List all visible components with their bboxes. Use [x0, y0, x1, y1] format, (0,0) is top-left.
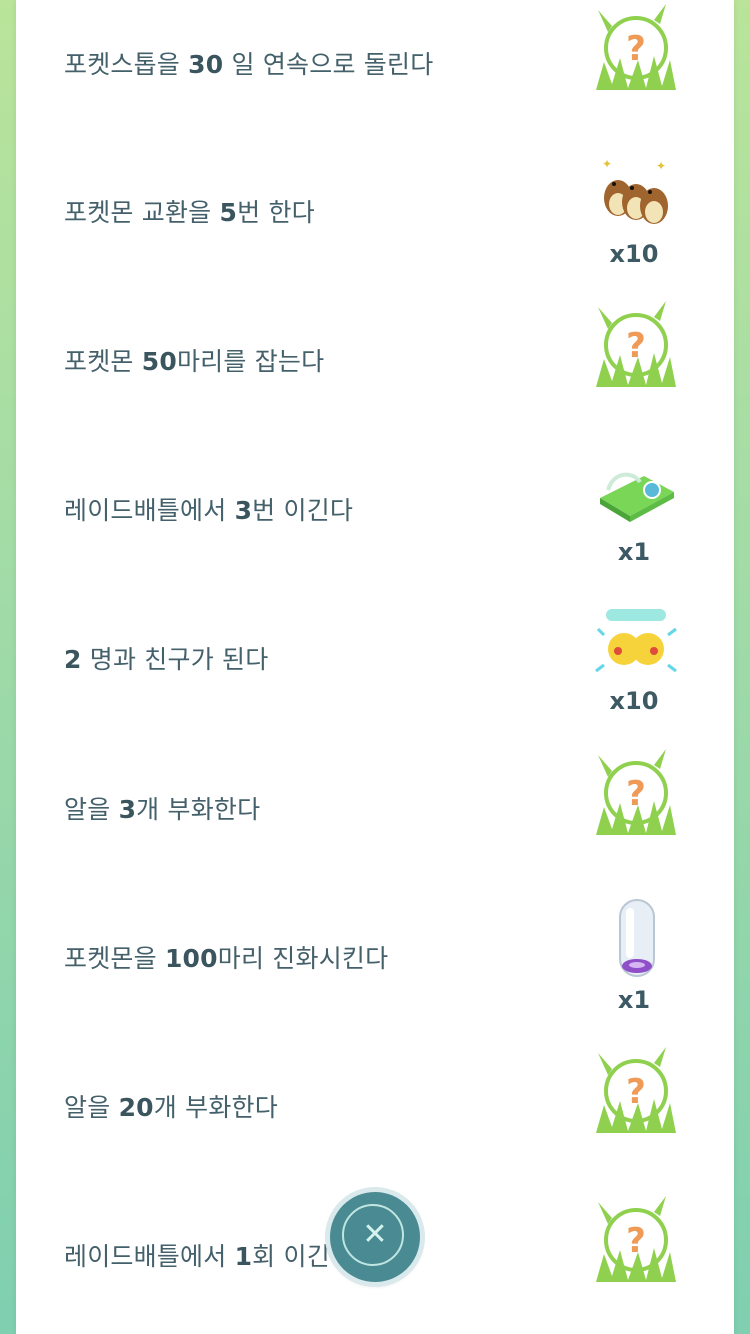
incubator-icon — [619, 899, 655, 977]
reward: x10 — [586, 595, 682, 715]
reward: x1 — [586, 894, 682, 1014]
reward: ✦ ✦ x10 — [586, 148, 682, 268]
reward: ? — [586, 745, 682, 865]
pidgey-icon: ✦ ✦ — [602, 157, 668, 224]
close-icon: ✕ — [342, 1204, 404, 1266]
reward-quantity: x10 — [609, 240, 659, 268]
mystery-encounter-icon: ? — [596, 749, 676, 835]
task-text: 포켓몬 교환을 5번 한다 — [64, 198, 315, 227]
reward: x1 — [586, 446, 682, 566]
reward-quantity: x1 — [617, 986, 651, 1014]
research-task-row: 포켓몬을 100마리 진화시킨다 x1 — [16, 882, 734, 1032]
svg-text:?: ? — [626, 1221, 646, 1261]
raid-pass-icon — [600, 472, 674, 522]
task-text: 포켓몬 50마리를 잡는다 — [64, 347, 325, 376]
reward-quantity: x1 — [617, 538, 651, 566]
task-text: 포켓몬을 100마리 진화시킨다 — [64, 944, 389, 973]
research-task-row: 포켓몬 교환을 5번 한다 ✦ ✦ x10 — [16, 136, 734, 286]
research-task-row: 포켓몬 50마리를 잡는다 ? — [16, 285, 734, 435]
reward: ? — [586, 297, 682, 417]
mystery-encounter-icon: ? — [596, 1196, 676, 1282]
mystery-encounter-icon: ? — [596, 4, 676, 90]
research-task-row: 2 명과 친구가 된다 x10 — [16, 583, 734, 733]
pikachu-sticker-icon — [595, 609, 677, 673]
task-text: 알을 3개 부화한다 — [64, 795, 261, 824]
task-text: 레이드배틀에서 3번 이긴다 — [64, 496, 354, 525]
reward: ? — [586, 0, 682, 120]
task-text: 2 명과 친구가 된다 — [64, 645, 269, 674]
reward: ? — [586, 1192, 682, 1312]
task-text: 알을 20개 부화한다 — [64, 1093, 278, 1122]
task-text: 포켓스톱을 30 일 연속으로 돌린다 — [64, 50, 434, 79]
svg-text:?: ? — [626, 326, 646, 366]
mystery-encounter-icon: ? — [596, 1047, 676, 1133]
reward: ? — [586, 1043, 682, 1163]
research-task-row: 포켓스톱을 30 일 연속으로 돌린다 ? — [16, 0, 734, 138]
svg-text:✦: ✦ — [656, 159, 666, 173]
research-task-row: 알을 20개 부화한다 ? — [16, 1031, 734, 1181]
research-task-row: 레이드배틀에서 3번 이긴다 x1 — [16, 434, 734, 584]
svg-text:?: ? — [626, 29, 646, 69]
reward-quantity: x10 — [609, 687, 659, 715]
research-task-row: 알을 3개 부화한다 ? — [16, 733, 734, 883]
svg-text:?: ? — [626, 774, 646, 814]
task-text: 레이드배틀에서 1회 이긴다 — [64, 1242, 354, 1271]
close-button[interactable]: ✕ — [330, 1192, 420, 1282]
svg-text:✦: ✦ — [602, 157, 612, 171]
research-panel: 포켓스톱을 30 일 연속으로 돌린다 ? 포켓몬 교환을 5번 한다 ✦ ✦ … — [16, 0, 734, 1334]
mystery-encounter-icon: ? — [596, 301, 676, 387]
svg-text:?: ? — [626, 1072, 646, 1112]
